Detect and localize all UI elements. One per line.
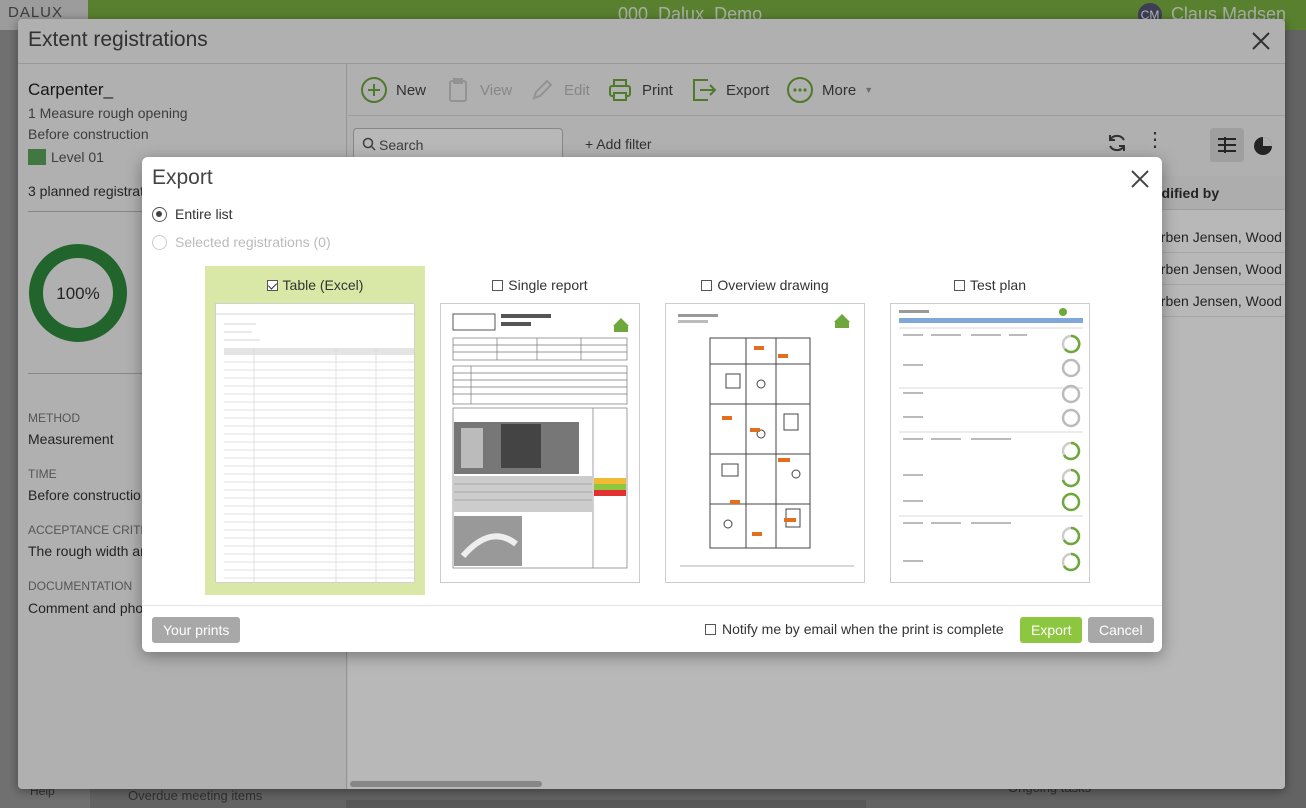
checkbox[interactable] [492,279,504,291]
export-confirm-button[interactable]: Export [1020,617,1083,643]
option-label: Single report [508,277,588,293]
overview-drawing-preview-thumbnail [665,303,865,583]
option-test-plan[interactable]: Test plan [880,266,1100,595]
option-header[interactable]: Single report [430,277,650,293]
option-header[interactable]: Overview drawing [655,277,875,293]
your-prints-button[interactable]: Your prints [152,617,241,643]
test-plan-preview-thumbnail [890,303,1090,583]
excel-preview-thumbnail [215,303,415,583]
single-report-preview-thumbnail [440,303,640,583]
radio-entire-label: Entire list [175,206,233,222]
checkbox[interactable] [705,623,716,635]
option-single-report[interactable]: Single report [430,266,650,595]
option-table-excel[interactable]: Table (Excel) [205,266,425,595]
export-format-options: Table (Excel) Single report Overview dra… [205,266,1105,595]
option-label: Table (Excel) [282,277,364,293]
option-header[interactable]: Test plan [880,277,1100,293]
radio-selected-label: Selected registrations (0) [175,234,331,250]
dialog-title: Export [152,166,213,189]
radio-button[interactable] [152,234,167,250]
cancel-button[interactable]: Cancel [1088,617,1154,643]
checkbox-checked[interactable] [266,279,278,291]
option-overview-drawing[interactable]: Overview drawing [655,266,875,595]
radio-button-checked[interactable] [152,206,167,222]
close-icon[interactable] [1129,168,1151,190]
option-label: Test plan [969,277,1027,293]
checkbox[interactable] [701,279,713,291]
notify-email-option[interactable]: Notify me by email when the print is com… [705,621,1004,637]
dialog-footer: Your prints Notify me by email when the … [142,605,1162,652]
option-label: Overview drawing [717,277,829,293]
export-dialog: Export Entire list Selected registration… [142,157,1162,652]
option-header[interactable]: Table (Excel) [205,277,425,293]
radio-selected-registrations[interactable]: Selected registrations (0) [152,232,331,252]
checkbox[interactable] [953,279,965,291]
radio-entire-list[interactable]: Entire list [152,204,233,224]
notify-label: Notify me by email when the print is com… [722,621,1004,637]
